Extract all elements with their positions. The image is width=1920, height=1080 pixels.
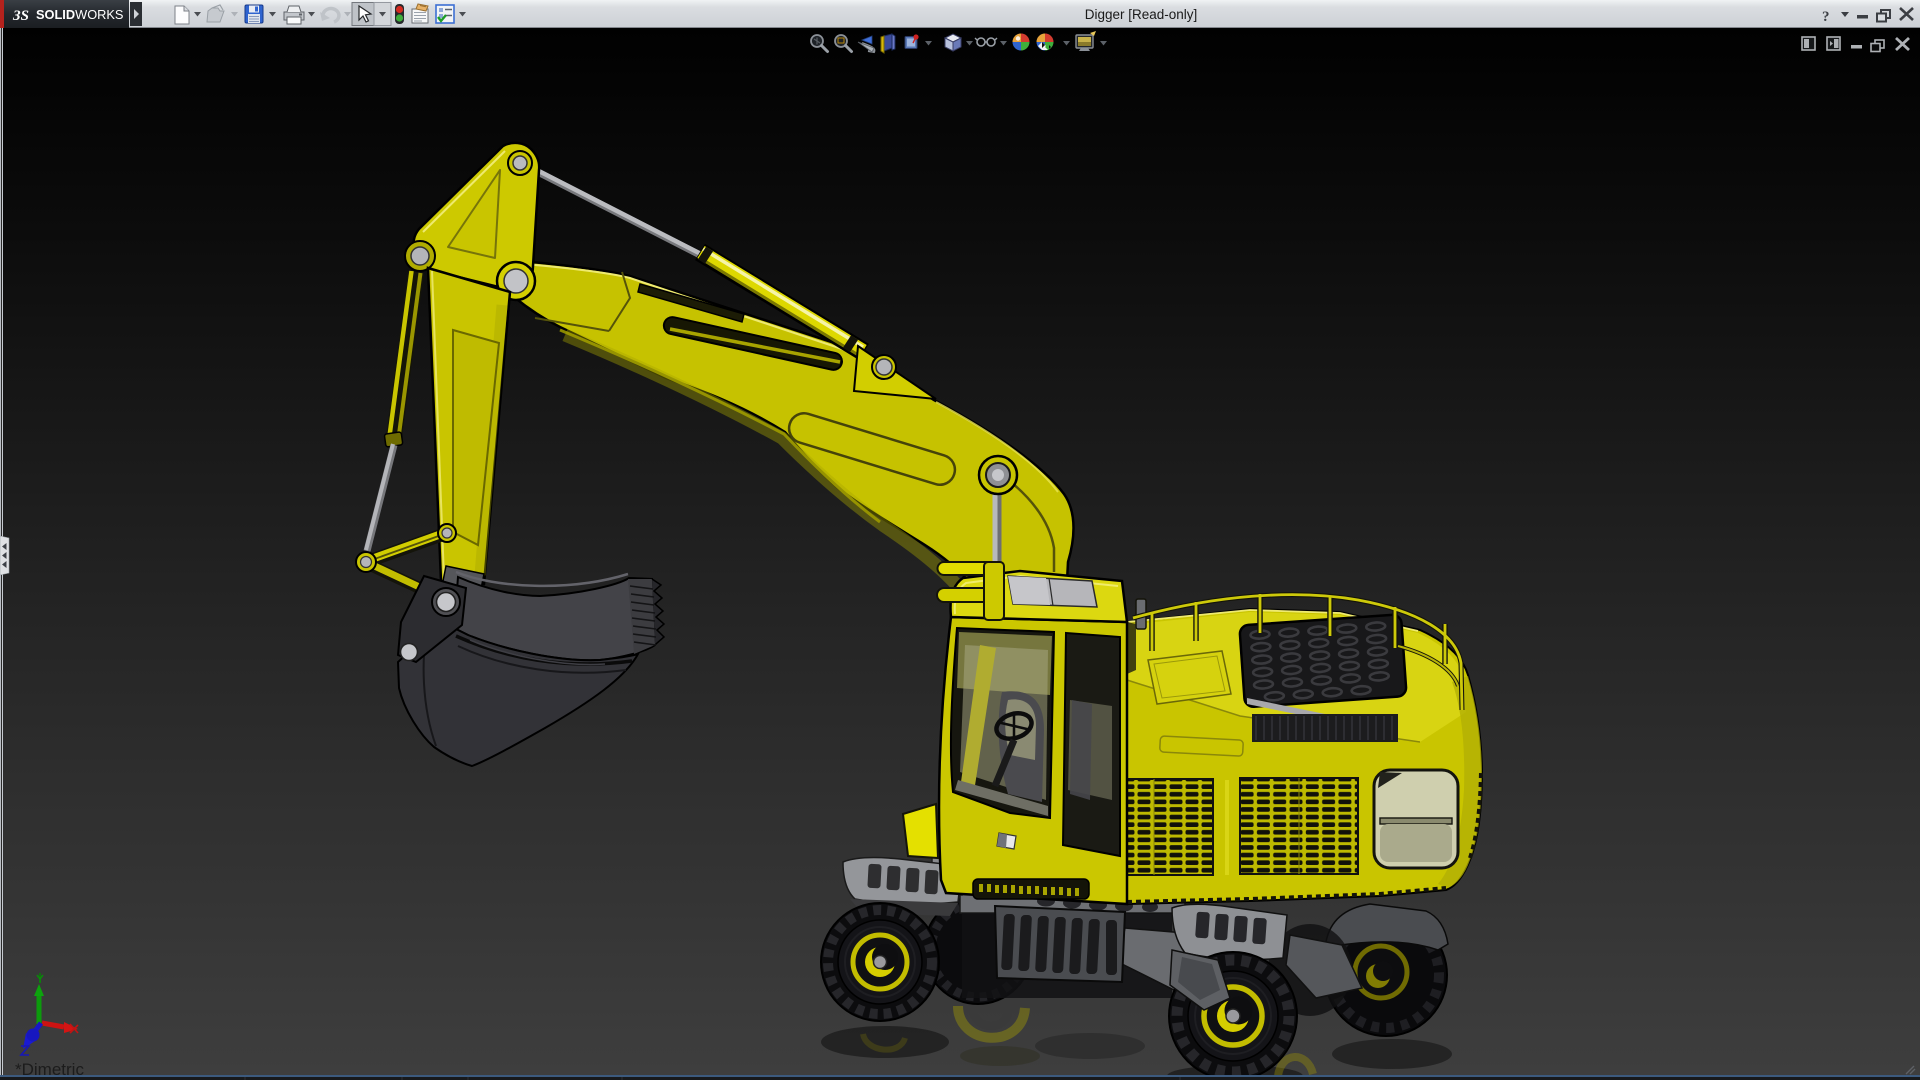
svg-text:?: ? xyxy=(1822,9,1830,25)
svg-text:Digger [Read-only]: Digger [Read-only] xyxy=(1085,7,1198,22)
svg-text:SOLIDWORKS: SOLIDWORKS xyxy=(36,7,123,22)
svg-text:ЗS: ЗS xyxy=(12,8,29,24)
